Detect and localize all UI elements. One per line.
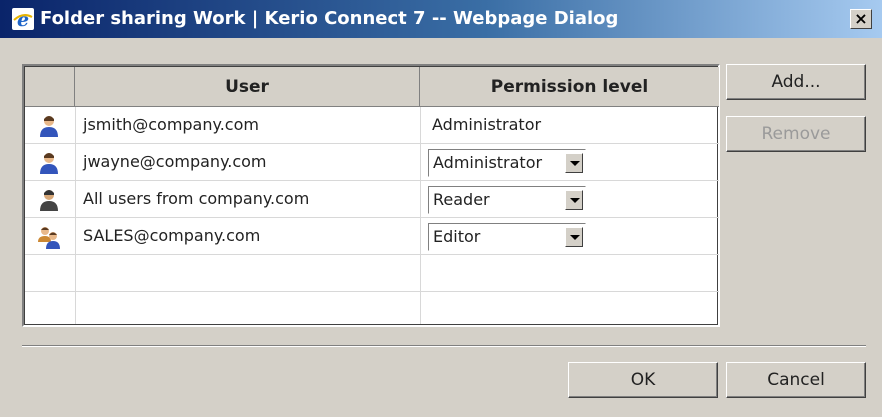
chevron-down-icon[interactable] [565,153,583,173]
permission-select-value: Editor [433,227,481,246]
separator [22,345,866,347]
chevron-down-icon[interactable] [565,190,583,210]
close-icon: × [854,9,868,28]
group-icon [38,227,60,249]
chevron-down-icon[interactable] [565,227,583,247]
user-name: jwayne@company.com [83,152,267,171]
user-name: jsmith@company.com [83,115,259,134]
user-name: All users from company.com [83,189,310,208]
permission-level: Administrator [432,115,542,134]
permissions-table[interactable]: User Permission level jsmith@company.com… [22,64,720,327]
column-header-permission[interactable]: Permission level [420,67,719,107]
close-button[interactable]: × [850,9,872,29]
permission-select-value: Administrator [433,153,543,172]
title-bar[interactable]: e Folder sharing Work | Kerio Connect 7 … [0,0,882,38]
add-button[interactable]: Add... [726,64,866,100]
svg-text:e: e [17,9,29,30]
remove-button[interactable]: Remove [726,116,866,152]
table-body: User Permission level jsmith@company.com… [24,66,719,325]
user-icon-dark [40,190,58,211]
cancel-button[interactable]: Cancel [726,362,866,398]
user-name: SALES@company.com [83,226,261,245]
dialog-window: e Folder sharing Work | Kerio Connect 7 … [0,0,882,417]
permission-select[interactable]: Reader [428,186,586,214]
table-row[interactable]: jwayne@company.com Administrator [25,144,719,181]
empty-row [25,255,719,292]
permission-select[interactable]: Editor [428,223,586,251]
column-header-user[interactable]: User [75,67,420,107]
table-row[interactable]: All users from company.com Reader [25,181,719,218]
user-icon [40,116,58,137]
column-header-icon[interactable] [25,67,75,107]
permission-select-value: Reader [433,190,490,209]
permission-select[interactable]: Administrator [428,149,586,177]
table-row[interactable]: jsmith@company.com Administrator [25,107,719,144]
ok-button[interactable]: OK [568,362,718,398]
user-icon [40,153,58,174]
table-row[interactable]: SALES@company.com Editor [25,218,719,255]
window-title: Folder sharing Work | Kerio Connect 7 --… [40,8,619,29]
ie-icon: e [12,8,34,30]
